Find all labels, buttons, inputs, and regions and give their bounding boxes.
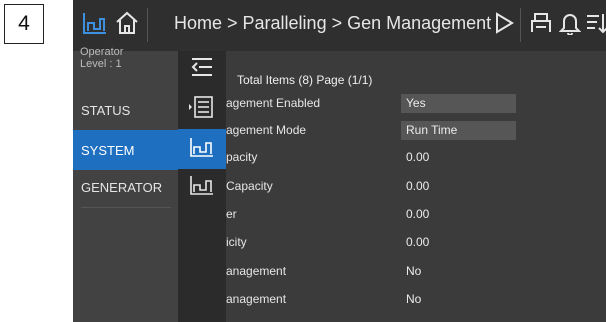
printer-icon[interactable]: [527, 9, 555, 37]
operator-label: Operator: [80, 46, 124, 58]
list-item[interactable]: Capacity 0.00: [226, 173, 606, 201]
parameter-value: 0.00: [406, 150, 430, 164]
parameter-value: No: [406, 264, 422, 278]
toolbar-separator: [147, 8, 148, 42]
top-toolbar: Home > Paralleling > Gen Management > St…: [73, 0, 606, 51]
operator-level: Level : 1: [80, 58, 122, 70]
total-items-label: Total Items (8) Page (1/1): [237, 73, 373, 87]
sidebar-item-label: STATUS: [81, 102, 131, 118]
parameter-value: No: [406, 292, 422, 306]
generator-chart-button[interactable]: [178, 167, 226, 207]
parameter-name: agement Enabled: [226, 96, 321, 110]
sidebar-item-status[interactable]: STATUS: [73, 90, 178, 130]
system-chart-button[interactable]: [178, 129, 226, 169]
list-item[interactable]: anagement No: [226, 258, 606, 286]
parameter-name: icity: [226, 235, 247, 249]
parameter-name: anagement: [226, 292, 287, 306]
step-callout-box: 4: [4, 4, 44, 44]
parameter-name: agement Mode: [226, 123, 307, 137]
parameter-value: 0.00: [406, 235, 430, 249]
list-item[interactable]: er 0.00: [226, 201, 606, 229]
breadcrumb: Home > Paralleling > Gen Management > St…: [174, 13, 496, 33]
parameter-value-field[interactable]: Run Time: [401, 121, 516, 140]
parameter-value: 0.00: [406, 179, 430, 193]
icon-flyout-menu: [178, 51, 226, 322]
parameter-name: anagement: [226, 264, 287, 278]
chart-icon[interactable]: [81, 9, 109, 37]
toolbar-separator: [520, 8, 521, 42]
operator-info: Operator Level : 1: [80, 46, 123, 70]
parameter-name: pacity: [226, 150, 258, 164]
sidebar-divider: [81, 207, 171, 208]
list-item[interactable]: pacity 0.00: [226, 144, 606, 172]
list-view-button[interactable]: [178, 89, 226, 129]
collapse-icon: [190, 57, 214, 82]
sidebar: Operator Level : 1 STATUS SYSTEM GENERAT…: [73, 46, 178, 322]
list-item[interactable]: icity 0.00: [226, 229, 606, 257]
parameter-list: Total Items (8) Page (1/1) agement Enabl…: [226, 51, 606, 322]
list-icon: [188, 95, 216, 124]
sidebar-item-system[interactable]: SYSTEM: [73, 130, 178, 170]
sidebar-item-label: SYSTEM: [81, 142, 135, 158]
parameter-name: er: [226, 207, 237, 221]
step-number: 4: [18, 12, 30, 35]
chart-icon: [189, 136, 215, 163]
list-item[interactable]: anagement No: [226, 286, 606, 314]
bell-icon[interactable]: [556, 9, 584, 37]
home-icon[interactable]: [113, 9, 141, 37]
sidebar-item-generator[interactable]: GENERATOR: [73, 167, 178, 207]
parameter-value-field[interactable]: Yes: [401, 94, 516, 113]
collapse-menu-button[interactable]: [178, 49, 226, 89]
parameter-value: 0.00: [406, 207, 430, 221]
chart-icon: [189, 174, 215, 201]
sidebar-item-label: GENERATOR: [81, 179, 163, 195]
sort-icon[interactable]: [583, 9, 606, 37]
parameter-name: Capacity: [226, 179, 273, 193]
app-screen: Home > Paralleling > Gen Management > St…: [73, 0, 606, 322]
play-icon[interactable]: [490, 9, 518, 37]
list-item[interactable]: agement Mode Run Time: [226, 117, 606, 145]
list-item[interactable]: agement Enabled Yes: [226, 90, 606, 118]
